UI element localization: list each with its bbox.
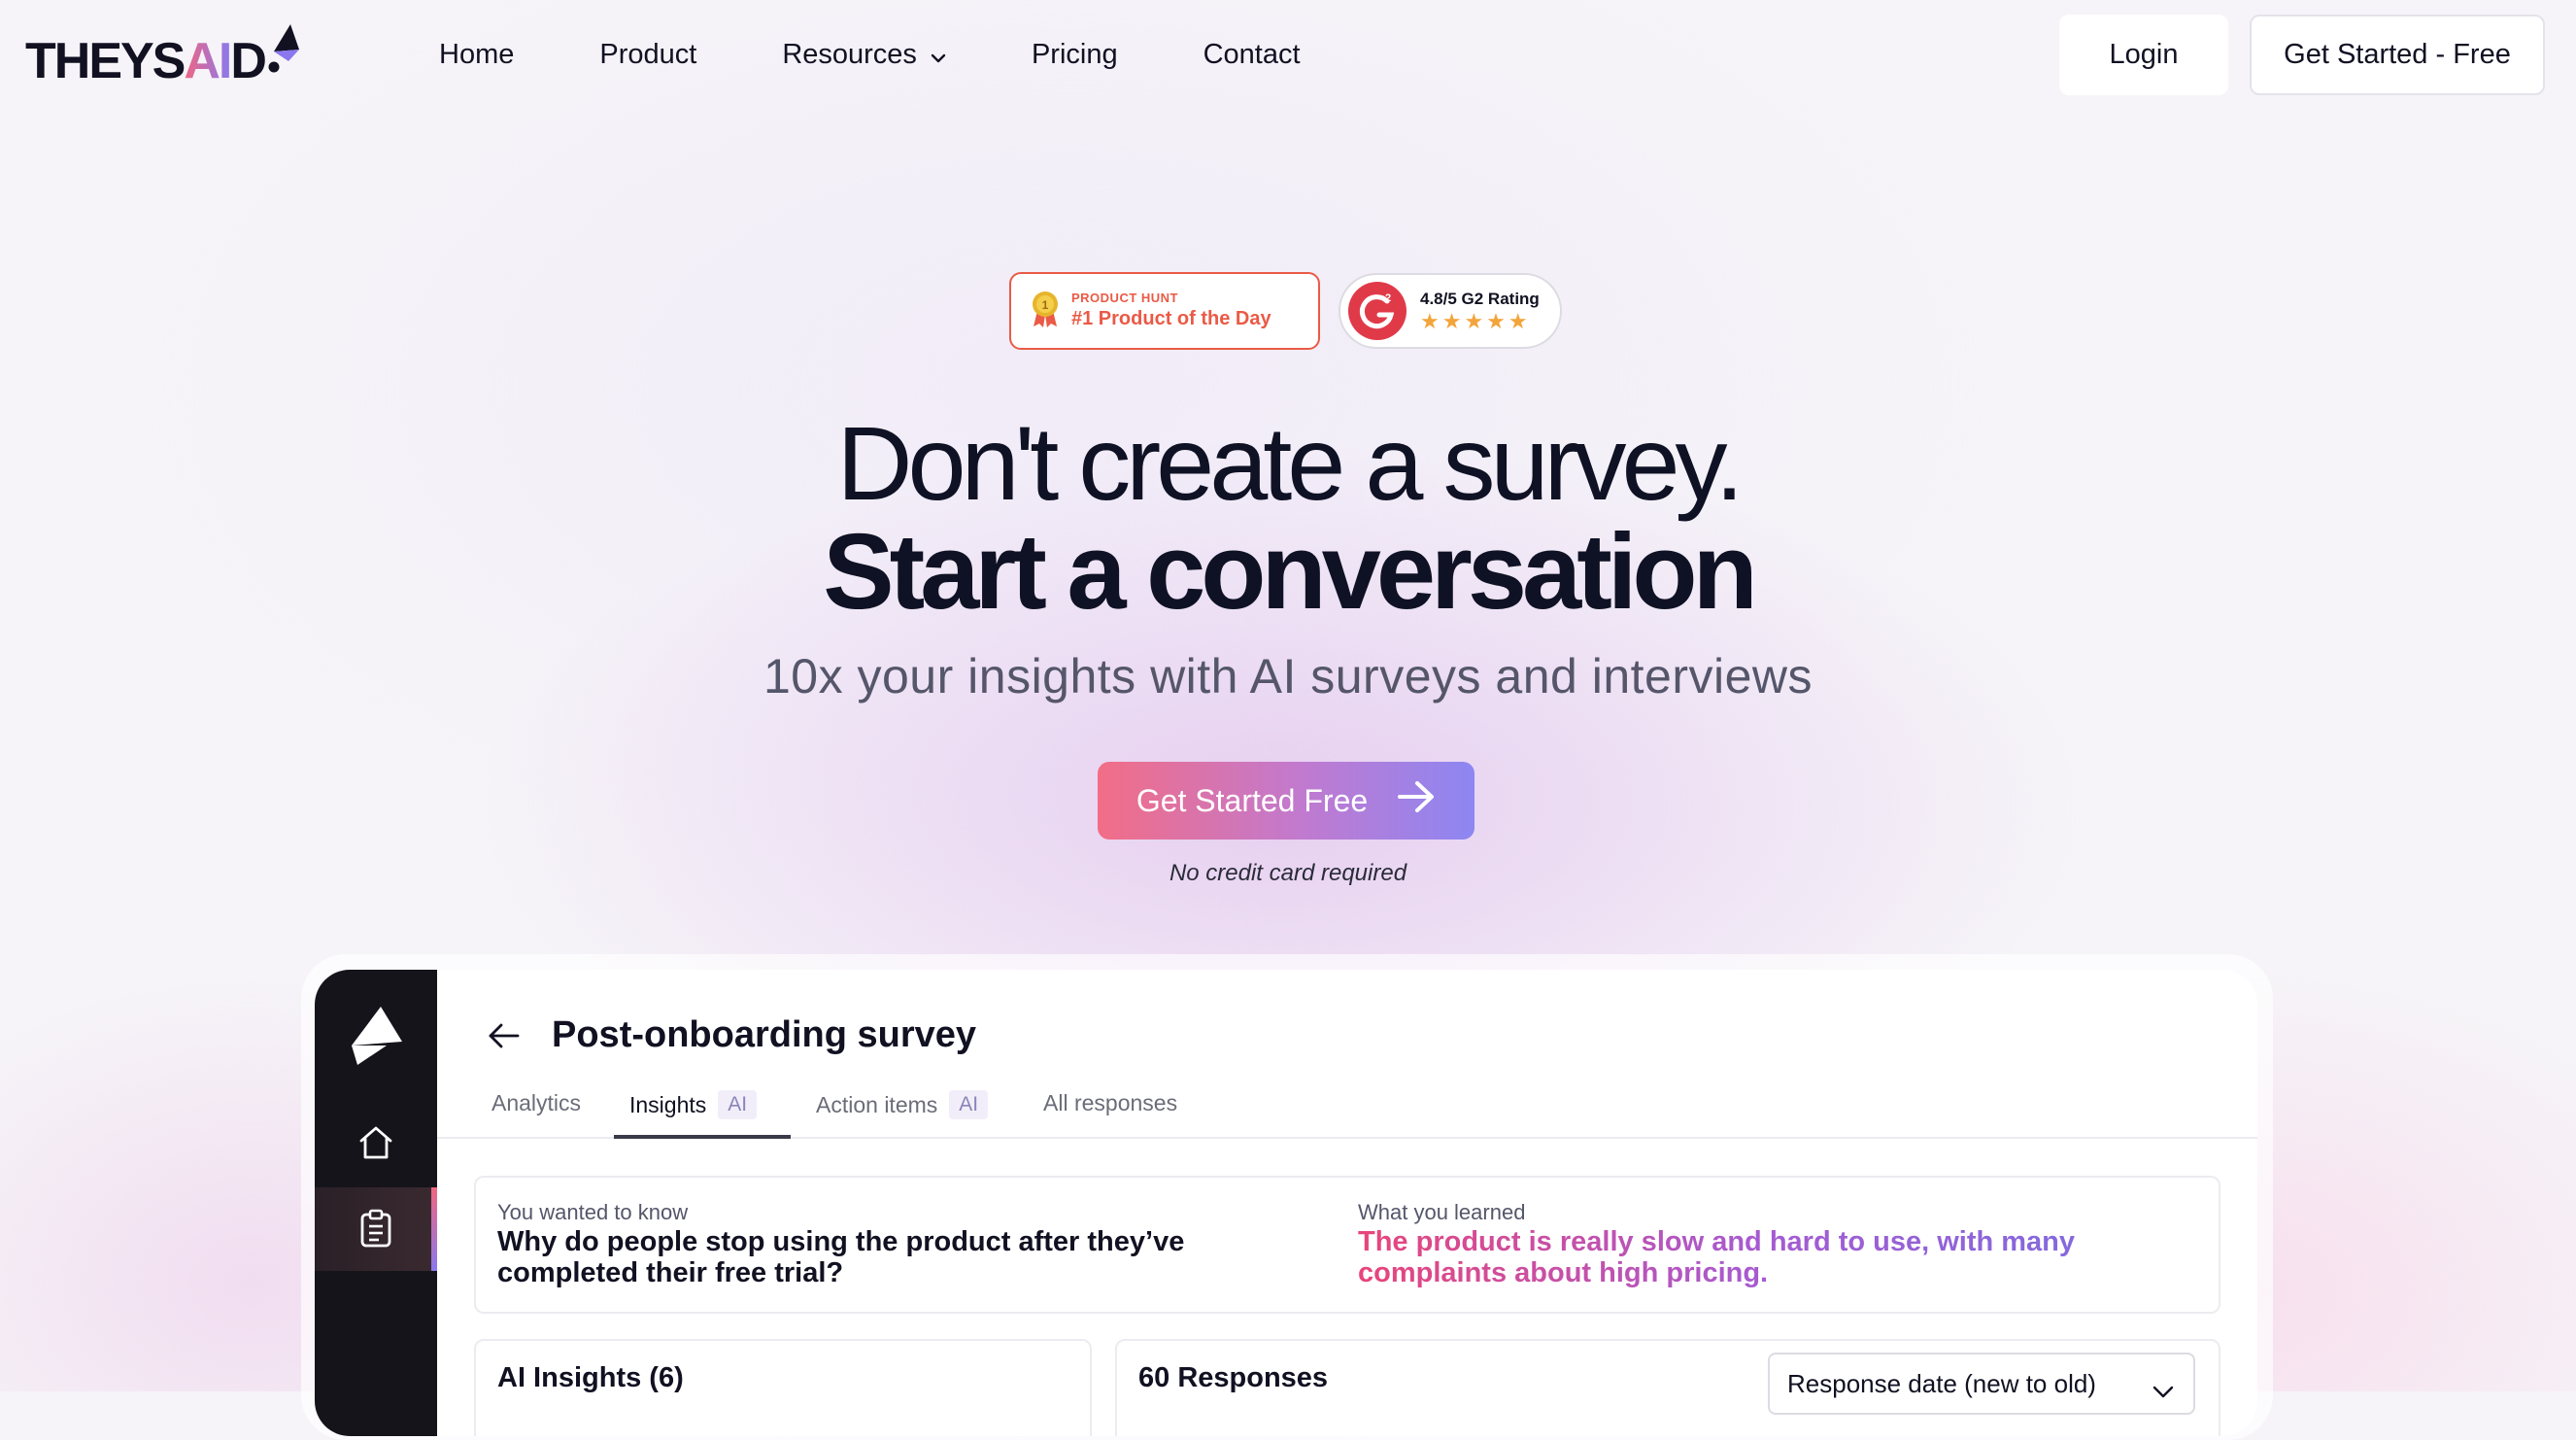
sort-value: Response date (new to old) (1787, 1368, 2096, 1398)
ai-insights-panel: AI Insights (6) (474, 1339, 1092, 1436)
g2-rating-badge[interactable]: 2 4.8/5 G2 Rating ★★★★★ (1339, 273, 1562, 349)
back-arrow-icon[interactable] (488, 1022, 521, 1054)
insight-summary-card: You wanted to know Why do people stop us… (474, 1176, 2220, 1314)
tab-insights-label: Insights (629, 1091, 707, 1117)
tab-all-responses-label: All responses (1043, 1090, 1178, 1115)
app-logo-icon[interactable] (348, 1005, 404, 1072)
responses-panel: 60 Responses Response date (new to old) (1115, 1339, 2220, 1436)
tab-all-responses[interactable]: All responses (1043, 1090, 1177, 1116)
nav-resources-label: Resources (782, 39, 917, 70)
nav-pricing-label: Pricing (1031, 39, 1118, 70)
answer-text: The product is really slow and hard to u… (1358, 1226, 2135, 1288)
nav-links: Home Product Resources Pricing Contact (439, 31, 1386, 78)
app-preview: Post-onboarding survey Analytics Insight… (315, 970, 2257, 1436)
survey-tabs: Analytics Insights AI Action items AI All … (437, 1067, 2257, 1139)
ai-pill: AI (718, 1090, 758, 1119)
cta-label: Get Started Free (1135, 782, 1369, 818)
ai-insights-title: AI Insights (6) (497, 1362, 684, 1393)
arrow-right-icon (1397, 780, 1436, 821)
nav-resources[interactable]: Resources (782, 31, 946, 78)
hero-headline-line2: Start a conversation (823, 512, 1758, 632)
clipboard-icon (359, 1209, 392, 1252)
home-icon[interactable] (357, 1125, 394, 1165)
no-credit-card-note: No credit card required (1169, 860, 1407, 886)
app-main: Post-onboarding survey Analytics Insight… (437, 970, 2257, 1436)
get-started-free-button[interactable]: Get Started - Free (2250, 15, 2545, 95)
star-rating-icon: ★★★★★ (1420, 309, 1531, 333)
svg-text:1: 1 (1042, 298, 1049, 312)
nav-product[interactable]: Product (599, 31, 696, 78)
g2-rating-text: 4.8/5 G2 Rating ★★★★★ (1420, 289, 1540, 333)
nav-product-label: Product (599, 39, 697, 70)
tab-action-items-label: Action items (816, 1091, 938, 1117)
chevron-down-icon (931, 31, 946, 78)
g2-rating-label: 4.8/5 G2 Rating (1420, 290, 1540, 308)
nav-contact[interactable]: Contact (1203, 31, 1301, 78)
nav-pricing[interactable]: Pricing (1032, 31, 1118, 78)
g2-logo-icon: 2 (1348, 282, 1407, 340)
theysaid-logo[interactable]: THEYSAID (25, 23, 300, 91)
responses-title: 60 Responses (1138, 1362, 1329, 1393)
answer-label: What you learned (1358, 1200, 1526, 1224)
survey-title: Post-onboarding survey (552, 1014, 977, 1055)
tab-analytics-label: Analytics (491, 1090, 582, 1115)
nav-home[interactable]: Home (439, 31, 514, 78)
hero-subtitle: 10x your insights with AI surveys and in… (763, 649, 1813, 703)
ai-pill: AI (949, 1090, 989, 1119)
login-button[interactable]: Login (2059, 15, 2228, 95)
hero-headline-line1: Don't create a survey. (836, 404, 1744, 522)
tab-analytics[interactable]: Analytics (491, 1090, 581, 1116)
nav-contact-label: Contact (1203, 39, 1301, 70)
question-label: You wanted to know (497, 1200, 689, 1224)
tab-action-items[interactable]: Action items AI (816, 1090, 989, 1119)
tab-insights[interactable]: Insights AI (629, 1090, 758, 1119)
logo-wordmark: THEYSAID (25, 33, 267, 89)
top-nav: THEYSAID Home Product Resources Pricing … (0, 0, 2576, 109)
active-tab-indicator (614, 1135, 791, 1139)
medal-icon: 1 (1031, 290, 1060, 333)
sort-dropdown[interactable]: Response date (new to old) (1768, 1353, 2195, 1415)
product-hunt-badge[interactable]: 1 PRODUCT HUNT #1 Product of the Day (1009, 272, 1320, 350)
nav-home-label: Home (439, 39, 515, 70)
product-hunt-text: PRODUCT HUNT #1 Product of the Day (1071, 291, 1271, 331)
logo-mark-icon (267, 22, 300, 78)
product-hunt-label: PRODUCT HUNT (1071, 291, 1178, 305)
product-of-the-day-label: #1 Product of the Day (1071, 308, 1271, 329)
question-text: Why do people stop using the product aft… (497, 1226, 1185, 1288)
get-started-free-cta[interactable]: Get Started Free (1098, 762, 1474, 840)
app-sidebar (315, 970, 437, 1436)
svg-text:2: 2 (1385, 292, 1391, 304)
